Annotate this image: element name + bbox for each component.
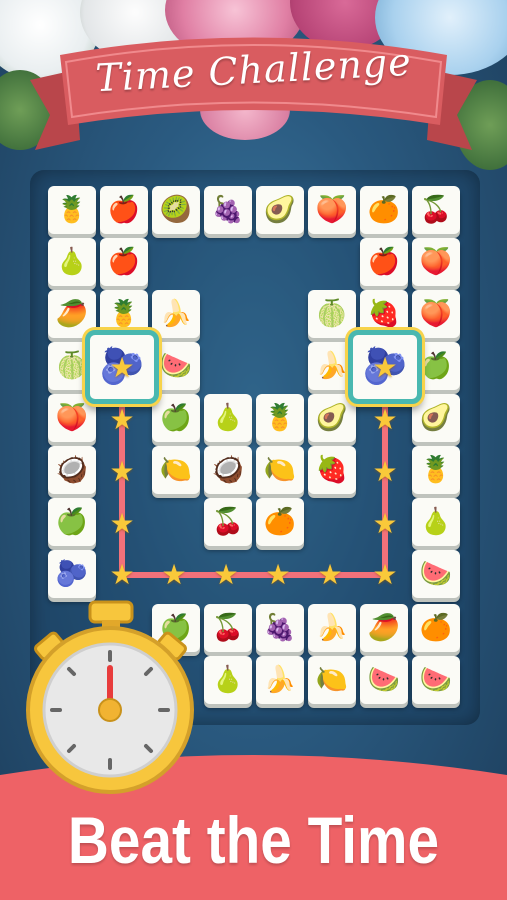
tile[interactable]: 🍎: [360, 238, 408, 286]
star-icon: ★: [372, 558, 398, 591]
tile[interactable]: 🍋: [152, 446, 200, 494]
star-icon: ★: [372, 455, 398, 488]
star-icon: ★: [372, 351, 398, 384]
tile[interactable]: 🍐: [412, 498, 460, 546]
tile[interactable]: 🍊: [412, 604, 460, 652]
star-icon: ★: [109, 507, 135, 540]
star-icon: ★: [109, 403, 135, 436]
tile[interactable]: 🍇: [256, 604, 304, 652]
tile[interactable]: 🍉: [412, 550, 460, 598]
tile[interactable]: 🍎: [100, 238, 148, 286]
tile[interactable]: 🍍: [48, 186, 96, 234]
tile[interactable]: 🍌: [152, 290, 200, 338]
tile[interactable]: 🍇: [204, 186, 252, 234]
tile[interactable]: 🥥: [48, 446, 96, 494]
tile[interactable]: 🍏: [48, 498, 96, 546]
star-icon: ★: [213, 558, 239, 591]
tile[interactable]: 🍎: [100, 186, 148, 234]
tile[interactable]: 🍓: [308, 446, 356, 494]
tile[interactable]: 🍍: [256, 394, 304, 442]
tile[interactable]: 🍐: [204, 394, 252, 442]
tile[interactable]: 🥑: [256, 186, 304, 234]
tile[interactable]: 🍑: [308, 186, 356, 234]
tile[interactable]: 🍒: [412, 186, 460, 234]
star-icon: ★: [109, 558, 135, 591]
tile[interactable]: 🍐: [204, 656, 252, 704]
stopwatch-icon: [26, 600, 194, 794]
tile[interactable]: 🍒: [204, 604, 252, 652]
star-icon: ★: [265, 558, 291, 591]
tile[interactable]: 🍋: [256, 446, 304, 494]
tile[interactable]: 🍒: [204, 498, 252, 546]
tile[interactable]: 🍉: [152, 342, 200, 390]
tile[interactable]: 🍌: [256, 656, 304, 704]
tile[interactable]: 🍊: [256, 498, 304, 546]
tile[interactable]: 🥥: [204, 446, 252, 494]
star-icon: ★: [109, 351, 135, 384]
tile[interactable]: 🥝: [152, 186, 200, 234]
tile[interactable]: 🥑: [308, 394, 356, 442]
tile[interactable]: 🍐: [48, 238, 96, 286]
tile[interactable]: 🍈: [308, 290, 356, 338]
tile[interactable]: 🍌: [308, 604, 356, 652]
tile[interactable]: 🍑: [412, 290, 460, 338]
tile[interactable]: 🥭: [360, 604, 408, 652]
tile[interactable]: 🍏: [152, 394, 200, 442]
tile[interactable]: 🥑: [412, 394, 460, 442]
star-icon: ★: [161, 558, 187, 591]
star-icon: ★: [317, 558, 343, 591]
star-icon: ★: [372, 507, 398, 540]
tile[interactable]: 🍑: [412, 238, 460, 286]
star-icon: ★: [372, 403, 398, 436]
tile[interactable]: 🍍: [412, 446, 460, 494]
tile[interactable]: 🫐: [48, 550, 96, 598]
slogan-text: Beat the Time: [67, 803, 440, 877]
tile[interactable]: 🍊: [360, 186, 408, 234]
star-icon: ★: [109, 455, 135, 488]
tile[interactable]: 🍉: [412, 656, 460, 704]
tile[interactable]: 🍋: [308, 656, 356, 704]
tile[interactable]: 🍉: [360, 656, 408, 704]
